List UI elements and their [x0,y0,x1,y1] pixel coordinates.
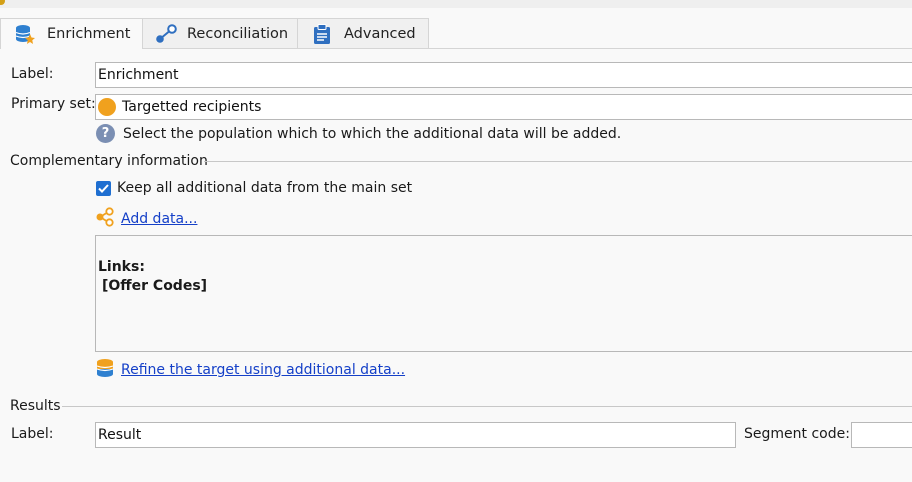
segment-code-caption: Segment code: [744,426,850,442]
result-label-input[interactable]: Result [95,422,736,448]
label-input-value: Enrichment [98,67,179,83]
complementary-group-header: Complementary information [10,152,912,170]
links-panel: Links: [Offer Codes] [95,235,912,352]
keep-data-label: Keep all additional data from the main s… [117,180,413,196]
tab-reconciliation[interactable]: Reconciliation [143,18,298,48]
add-data-row: Add data... [95,207,197,231]
results-title: Results [10,398,61,414]
refine-row: Refine the target using additional data.… [95,358,405,382]
link-nodes-icon [155,22,177,46]
tab-enrichment-label: Enrichment [47,26,131,42]
database-filter-icon [95,358,115,382]
results-divider [62,406,912,407]
help-question-icon: ? [96,124,115,143]
tab-advanced-label: Advanced [344,25,416,42]
corner-marker [0,0,5,5]
links-title: Links: [98,259,145,275]
label-input[interactable]: Enrichment [95,62,912,88]
keep-data-checkbox[interactable]: Keep all additional data from the main s… [96,180,412,196]
primary-set-selector[interactable]: Targetted recipients [95,94,912,120]
tab-advanced[interactable]: Advanced [298,18,429,48]
help-hint: ? Select the population which to which t… [96,124,621,143]
refine-target-link[interactable]: Refine the target using additional data.… [121,362,405,378]
tab-bar: Enrichment Reconciliation Advanced [0,18,912,49]
share-nodes-icon [95,207,115,231]
results-group-header: Results [10,397,912,415]
primary-set-caption: Primary set: [11,96,96,112]
result-label-value: Result [98,427,142,443]
label-caption: Label: [11,66,54,82]
add-data-link[interactable]: Add data... [121,211,197,227]
window-top-strip [0,0,912,8]
database-star-icon [13,22,37,46]
target-circle-icon [98,98,116,116]
complementary-title: Complementary information [10,153,208,169]
primary-set-value: Targetted recipients [122,99,262,115]
checkmark-icon [96,180,111,196]
tab-enrichment[interactable]: Enrichment [0,18,143,49]
clipboard-icon [310,22,334,46]
complementary-divider [204,161,912,162]
help-text: Select the population which to which the… [123,125,622,142]
result-label-caption: Label: [11,426,54,442]
tab-reconciliation-label: Reconciliation [187,25,289,42]
links-item: [Offer Codes] [102,278,208,294]
segment-code-input[interactable] [851,422,912,448]
